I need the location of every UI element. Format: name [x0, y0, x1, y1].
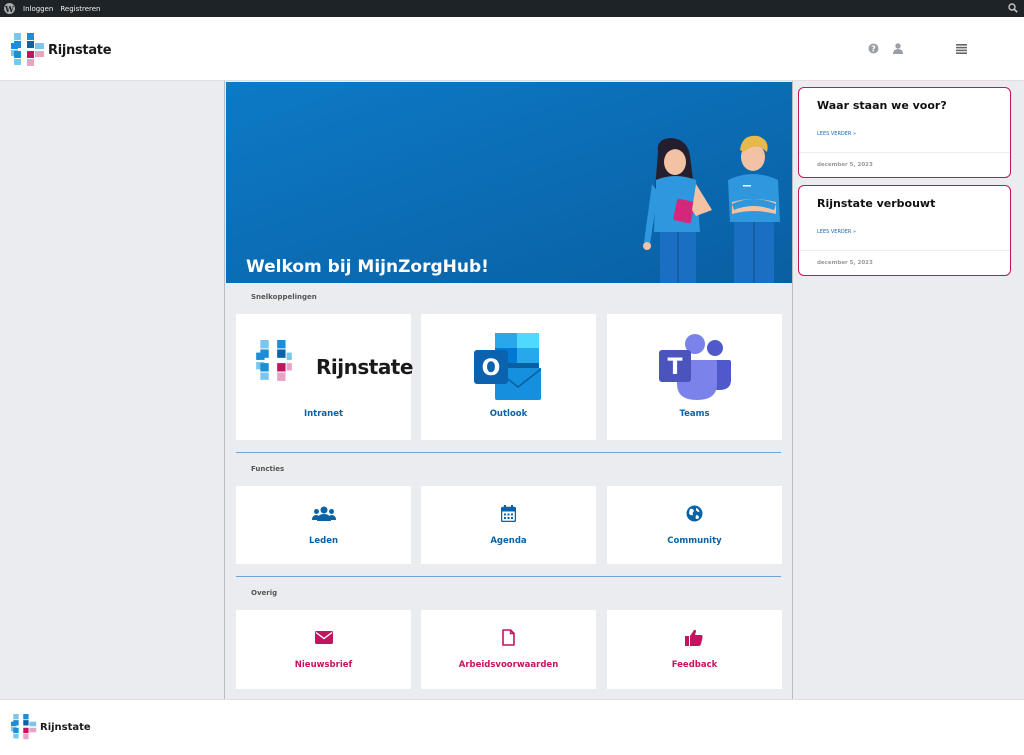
intranet-label: Intranet	[303, 409, 344, 419]
intranet-card[interactable]: Rijnstate Intranet	[236, 314, 413, 440]
envelope-icon	[315, 631, 333, 644]
agenda-card[interactable]: Agenda	[421, 486, 596, 564]
functions-heading: Functies	[251, 465, 285, 473]
document-icon	[502, 629, 515, 646]
feedback-label: Feedback	[671, 660, 718, 670]
admin-bar: W Inloggen Registreren	[0, 0, 1024, 17]
thumbs-up-icon	[685, 629, 703, 646]
rijnstate-cross-icon	[11, 33, 44, 66]
feedback-card[interactable]: Feedback	[607, 610, 782, 689]
outlook-icon: O	[474, 333, 541, 400]
teams-label: Teams	[679, 409, 710, 419]
news-title[interactable]: Rijnstate verbouwt	[817, 197, 935, 210]
search-icon[interactable]	[1008, 3, 1018, 13]
teams-icon: T	[659, 334, 731, 400]
menu-icon[interactable]	[956, 44, 967, 54]
site-logo[interactable]: Rijnstate	[11, 33, 112, 67]
login-link[interactable]: Inloggen	[23, 5, 53, 13]
read-more-link[interactable]: LEES VERDER »	[817, 229, 856, 235]
nieuwsbrief-card[interactable]: Nieuwsbrief	[236, 610, 411, 689]
community-label: Community	[667, 536, 722, 546]
brand-name: Rijnstate	[48, 42, 112, 58]
read-more-link[interactable]: LEES VERDER »	[817, 131, 856, 137]
news-date: december 5, 2023	[817, 162, 873, 168]
outlook-label: Outlook	[489, 409, 528, 419]
news-title[interactable]: Waar staan we voor?	[817, 99, 947, 112]
main-content: Welkom bij MijnZorgHub! Snelkoppelingen …	[224, 81, 793, 699]
section-divider	[236, 452, 781, 453]
teams-letter: T	[667, 355, 682, 380]
calendar-icon	[501, 505, 516, 522]
outlook-letter: O	[482, 356, 501, 381]
section-divider	[236, 576, 781, 577]
hero-title: Welkom bij MijnZorgHub!	[246, 257, 489, 277]
hero-illustration	[226, 82, 792, 283]
arbeidsvoorwaarden-label: Arbeidsvoorwaarden	[458, 660, 559, 670]
globe-icon	[686, 505, 703, 522]
intranet-logo-text: Rijnstate	[316, 355, 413, 379]
user-icon[interactable]	[893, 43, 903, 54]
other-heading: Overig	[251, 589, 278, 597]
leden-label: Leden	[308, 536, 339, 546]
teams-card[interactable]: T Teams	[607, 314, 782, 440]
footer-brand-name: Rijnstate	[40, 721, 91, 733]
news-date: december 5, 2023	[817, 260, 873, 266]
community-card[interactable]: Community	[607, 486, 782, 564]
agenda-label: Agenda	[490, 536, 527, 546]
nieuwsbrief-label: Nieuwsbrief	[294, 660, 353, 670]
arbeidsvoorwaarden-card[interactable]: Arbeidsvoorwaarden	[421, 610, 596, 689]
rijnstate-cross-icon	[11, 714, 37, 740]
site-header: Rijnstate ?	[0, 17, 1024, 81]
shortcuts-heading: Snelkoppelingen	[251, 293, 317, 301]
svg-text:?: ?	[871, 44, 876, 53]
news-card[interactable]: Rijnstate verbouwt LEES VERDER » decembe…	[798, 185, 1011, 276]
news-divider	[799, 250, 1010, 251]
news-card[interactable]: Waar staan we voor? LEES VERDER » decemb…	[798, 87, 1011, 178]
register-link[interactable]: Registreren	[60, 5, 100, 13]
leden-card[interactable]: Leden	[236, 486, 411, 564]
help-icon[interactable]: ?	[868, 43, 879, 54]
users-icon	[312, 506, 336, 521]
rijnstate-cross-icon	[256, 340, 292, 381]
footer-logo[interactable]: Rijnstate	[11, 714, 91, 740]
hero-banner: Welkom bij MijnZorgHub!	[226, 82, 792, 283]
site-footer: Rijnstate	[0, 699, 1024, 755]
outlook-card[interactable]: O Outlook	[421, 314, 596, 440]
news-divider	[799, 152, 1010, 153]
wordpress-logo-icon[interactable]: W	[4, 3, 15, 14]
